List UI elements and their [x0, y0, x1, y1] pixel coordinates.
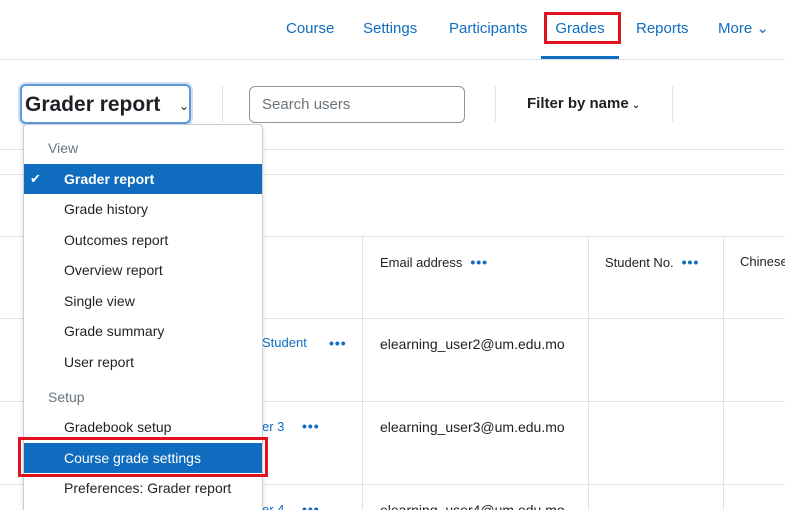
column-header-chinese[interactable]: Chinese — [740, 254, 785, 269]
menu-item-outcomes-report[interactable]: Outcomes report — [24, 225, 262, 255]
student-name-link[interactable]: er 4 — [262, 502, 284, 510]
nav-reports[interactable]: Reports — [636, 0, 689, 59]
divider — [672, 86, 673, 122]
filter-by-name-button[interactable]: Filter by name ⌄ — [527, 95, 640, 112]
menu-item-single-view[interactable]: Single view — [24, 286, 262, 316]
nav-course[interactable]: Course — [286, 0, 334, 59]
more-options-icon[interactable]: ••• — [682, 254, 700, 270]
menu-item-overview-report[interactable]: Overview report — [24, 255, 262, 285]
course-grade-settings-highlight-box — [18, 437, 268, 477]
menu-item-preferences-grader-report[interactable]: Preferences: Grader report — [24, 473, 262, 503]
more-options-icon[interactable]: ••• — [302, 418, 320, 434]
menu-section-setup: Setup — [48, 389, 85, 405]
menu-item-grade-summary[interactable]: Grade summary — [24, 316, 262, 346]
chevron-down-icon: ⌄ — [631, 100, 641, 111]
email-cell: elearning_user4@um.edu.mo — [380, 502, 565, 510]
menu-item-user-report[interactable]: User report — [24, 347, 262, 377]
email-cell: elearning_user2@um.edu.mo — [380, 336, 565, 352]
column-header-student-no[interactable]: Student No. ••• — [605, 254, 699, 270]
column-header-label: Email address — [380, 255, 463, 270]
more-options-icon[interactable]: ••• — [329, 335, 347, 351]
checkmark-icon: ✔ — [30, 171, 41, 186]
grades-highlight-box — [544, 12, 621, 44]
search-users-box[interactable] — [249, 86, 465, 123]
filter-by-name-label: Filter by name — [527, 95, 629, 112]
menu-item-grader-report[interactable]: ✔ Grader report — [24, 164, 262, 194]
chevron-down-icon: ⌄ — [179, 99, 190, 113]
search-users-input[interactable] — [250, 87, 464, 122]
nav-more[interactable]: More ⌄ — [718, 0, 769, 59]
menu-item-grade-history[interactable]: Grade history — [24, 194, 262, 224]
column-header-email[interactable]: Email address ••• — [380, 254, 488, 270]
more-options-icon[interactable]: ••• — [302, 501, 320, 510]
column-header-label: Student No. — [605, 255, 674, 270]
column-header-label: Chinese — [740, 254, 785, 269]
more-options-icon[interactable]: ••• — [470, 254, 488, 270]
email-cell: elearning_user3@um.edu.mo — [380, 419, 565, 435]
student-name-link[interactable]: er 3 — [262, 419, 284, 434]
divider — [222, 86, 223, 122]
divider — [495, 86, 496, 122]
table-border — [723, 236, 724, 510]
nav-participants[interactable]: Participants — [449, 0, 527, 59]
secondary-navigation: Course Settings Participants Grades Repo… — [0, 0, 785, 60]
nav-settings[interactable]: Settings — [363, 0, 417, 59]
menu-item-label: Grader report — [64, 171, 155, 187]
report-selector-label: Grader report — [25, 93, 161, 116]
report-selector[interactable]: Grader report ⌄ — [20, 84, 191, 124]
table-border — [588, 236, 589, 510]
table-border — [362, 236, 363, 510]
student-name-link[interactable]: Student — [262, 335, 307, 350]
menu-section-view: View — [48, 140, 79, 156]
